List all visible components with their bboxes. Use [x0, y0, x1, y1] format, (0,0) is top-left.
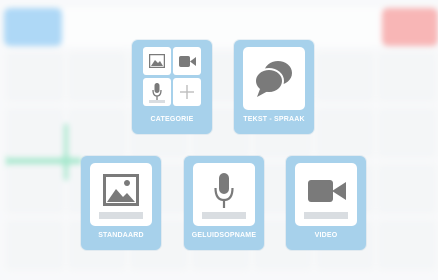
standard-tile[interactable]: STANDAARD: [81, 156, 161, 250]
text-speech-tile[interactable]: TEKST - SPRAAK: [234, 40, 314, 134]
category-tile[interactable]: CATEGORIE: [132, 40, 212, 134]
video-camera-icon: [179, 56, 196, 67]
category-add-cell: [173, 78, 201, 106]
plus-icon: [180, 85, 194, 99]
video-face: [295, 163, 357, 226]
microphone-icon: [152, 83, 162, 100]
image-icon: [103, 174, 139, 206]
video-camera-icon: [308, 180, 346, 202]
category-mic-cell: [143, 78, 171, 106]
audio-face: [193, 163, 255, 226]
standard-label: STANDAARD: [98, 232, 144, 239]
video-caption-placeholder: [304, 212, 348, 219]
category-image-cell: [143, 47, 171, 75]
standard-face: [90, 163, 152, 226]
category-label: CATEGORIE: [150, 116, 194, 123]
video-label: VIDEO: [314, 232, 338, 239]
text-speech-face: [243, 47, 305, 110]
video-tile[interactable]: VIDEO: [286, 156, 366, 250]
standard-caption-placeholder: [99, 212, 143, 219]
text-speech-label: TEKST - SPRAAK: [243, 116, 305, 123]
speech-bubbles-icon: [254, 61, 292, 97]
category-video-cell: [173, 47, 201, 75]
microphone-icon: [214, 173, 234, 208]
audio-tile[interactable]: GELUIDSOPNAME: [184, 156, 264, 250]
image-icon: [149, 54, 165, 68]
audio-caption-placeholder: [202, 212, 246, 219]
audio-label: GELUIDSOPNAME: [191, 232, 257, 239]
